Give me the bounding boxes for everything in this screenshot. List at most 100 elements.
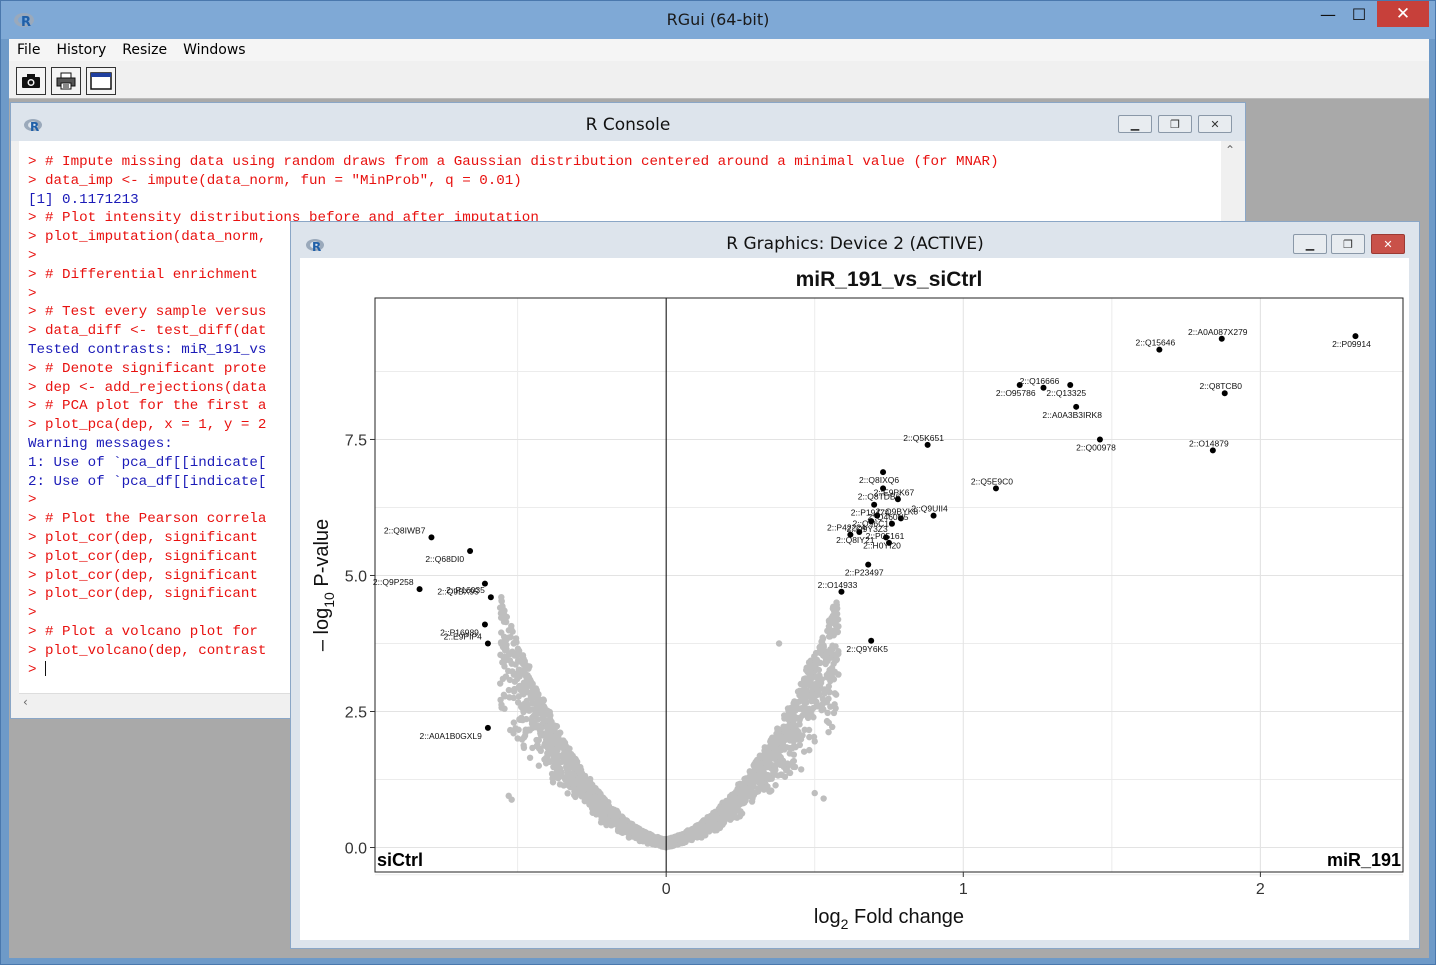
background-point — [555, 732, 562, 739]
background-point — [728, 799, 736, 806]
chart-title: miR_191_vs_siCtrl — [796, 268, 983, 291]
point-label: 2::Q8TCB0 — [1199, 381, 1242, 391]
point-label: 2::Q13325 — [1046, 388, 1086, 398]
camera-button[interactable] — [16, 67, 46, 95]
graphics-title: R Graphics: Device 2 (ACTIVE) — [726, 234, 984, 254]
point-label: 2::O14933 — [818, 580, 858, 590]
point-label: 2::Q00978 — [1076, 442, 1116, 452]
background-point — [736, 813, 744, 820]
background-point — [510, 688, 518, 695]
background-point — [513, 651, 521, 659]
y-axis-label-part: 10 — [321, 592, 337, 608]
background-point — [800, 748, 808, 755]
background-point — [833, 601, 841, 609]
background-point — [509, 668, 516, 675]
background-point — [498, 598, 505, 605]
background-point — [829, 619, 836, 626]
menu-history[interactable]: History — [56, 42, 106, 58]
point-label: 2::Q16666 — [1020, 376, 1060, 386]
close-button[interactable]: ✕ — [1377, 1, 1429, 27]
x-axis-label: log2 Fold change — [814, 906, 964, 932]
graphics-restore-button[interactable]: ❐ — [1331, 234, 1365, 254]
background-point — [790, 738, 797, 745]
background-point — [535, 762, 543, 769]
background-point — [835, 671, 842, 678]
background-point — [677, 837, 684, 844]
background-point — [596, 800, 604, 807]
background-point — [829, 642, 836, 649]
menu-file[interactable]: File — [17, 42, 40, 58]
background-point — [569, 752, 576, 760]
background-point — [787, 709, 794, 717]
background-point — [519, 652, 527, 659]
graphics-titlebar[interactable]: R R Graphics: Device 2 (ACTIVE) ▁ ❐ ✕ — [291, 222, 1419, 258]
console-close-button[interactable]: ✕ — [1198, 115, 1232, 133]
graphics-minimize-button[interactable]: ▁ — [1293, 234, 1327, 254]
console-titlebar[interactable]: R R Console ▁ ❐ ✕ — [11, 103, 1245, 141]
background-point — [781, 746, 788, 753]
scroll-up-icon[interactable]: ⌃ — [1225, 143, 1235, 157]
background-point — [514, 675, 521, 683]
background-point — [562, 750, 569, 757]
background-point — [568, 761, 576, 769]
background-point — [549, 779, 557, 786]
background-point — [621, 825, 628, 832]
background-point — [577, 770, 584, 777]
background-point — [523, 697, 530, 705]
rgui-title: RGui (64-bit) — [666, 10, 770, 29]
print-button[interactable] — [51, 67, 81, 95]
graphics-close-button[interactable]: ✕ — [1371, 234, 1405, 254]
console-minimize-button[interactable]: ▁ — [1118, 115, 1152, 133]
rgui-titlebar[interactable]: R RGui (64-bit) — ☐ ✕ — [1, 1, 1435, 39]
background-point — [748, 798, 756, 805]
point-label: 2::P05161 — [866, 531, 905, 541]
y-tick-label: 2.5 — [345, 704, 367, 721]
background-point — [789, 721, 797, 729]
corner-label-right: miR_191 — [1327, 850, 1401, 870]
point-label: 2::A0A3B3IRK8 — [1042, 410, 1102, 420]
background-point — [746, 773, 753, 781]
background-point — [515, 693, 523, 700]
maximize-button[interactable]: ☐ — [1342, 1, 1376, 27]
background-point — [610, 819, 617, 826]
background-point — [790, 757, 798, 765]
background-point — [529, 724, 536, 732]
background-point — [521, 732, 529, 739]
y-tick-label: 7.5 — [345, 432, 367, 449]
background-point — [618, 818, 625, 825]
r-graphics-device-window[interactable]: R R Graphics: Device 2 (ACTIVE) ▁ ❐ ✕ mi… — [290, 221, 1420, 949]
background-point — [646, 837, 653, 844]
background-point — [834, 616, 842, 623]
background-point — [800, 678, 808, 685]
console-restore-button[interactable]: ❐ — [1158, 115, 1192, 133]
background-point — [520, 744, 528, 752]
point-label: 2::E9PK67 — [874, 487, 915, 497]
y-axis-label-part: – log — [311, 608, 333, 651]
background-point — [832, 691, 840, 698]
background-point — [572, 793, 579, 801]
background-point — [508, 796, 515, 803]
printer-icon — [56, 72, 76, 90]
background-point — [571, 786, 578, 793]
scroll-left-icon[interactable]: ‹ — [23, 695, 28, 709]
background-point — [544, 717, 551, 724]
background-point — [750, 762, 757, 769]
background-point — [750, 791, 758, 799]
background-point — [831, 701, 838, 708]
menu-windows[interactable]: Windows — [183, 42, 246, 58]
background-point — [813, 703, 821, 710]
background-point — [803, 687, 810, 694]
menu-resize[interactable]: Resize — [122, 42, 167, 58]
console-window-button[interactable] — [86, 67, 116, 95]
background-point — [829, 723, 836, 731]
background-point — [767, 752, 774, 760]
point-label: 2::P23497 — [845, 568, 884, 578]
background-point — [764, 783, 771, 790]
background-point — [748, 784, 755, 791]
background-point — [571, 778, 579, 786]
y-tick-label: 0.0 — [345, 841, 367, 858]
minimize-button[interactable]: — — [1311, 1, 1345, 27]
x-tick-label: 1 — [959, 881, 968, 898]
significant-point — [467, 547, 474, 554]
background-point — [792, 699, 799, 707]
